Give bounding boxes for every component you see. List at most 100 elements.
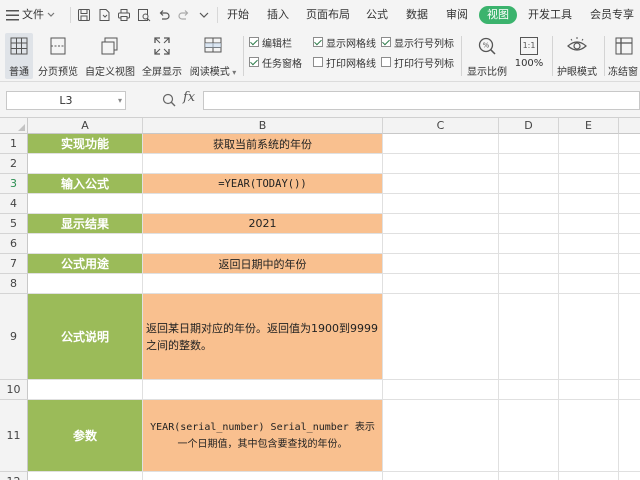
row-header-12[interactable]: 12 xyxy=(0,472,28,480)
column-header-c[interactable]: C xyxy=(383,118,499,134)
tab-view[interactable]: 视图 xyxy=(479,6,517,24)
eye-protection-label: 护眼模式 xyxy=(557,67,597,78)
show-headings-checkbox[interactable]: 显示行号列标 xyxy=(381,35,454,50)
column-header-a[interactable]: A xyxy=(28,118,143,134)
save-icon[interactable] xyxy=(77,8,91,22)
file-menu[interactable]: 文件 xyxy=(6,0,55,30)
select-all-corner[interactable] xyxy=(0,118,28,134)
undo-icon[interactable] xyxy=(157,8,171,22)
row-header-7[interactable]: 7 xyxy=(0,254,28,274)
print-preview-icon[interactable] xyxy=(137,8,151,22)
divider xyxy=(70,7,71,23)
customize-toolbar-icon[interactable] xyxy=(197,8,211,22)
cell-b5[interactable]: 2021 xyxy=(143,214,382,233)
row-header-5[interactable]: 5 xyxy=(0,214,28,234)
zoom-ratio-button[interactable]: % 显示比例 xyxy=(466,33,508,79)
tab-data[interactable]: 数据 xyxy=(406,0,428,30)
tab-formulas[interactable]: 公式 xyxy=(366,0,388,30)
name-box-value: L3 xyxy=(59,94,73,107)
svg-text:%: % xyxy=(483,42,490,50)
grid-view-icon xyxy=(10,37,28,55)
formula-input[interactable] xyxy=(203,91,640,110)
column-header-d[interactable]: D xyxy=(499,118,559,134)
gridline xyxy=(498,134,499,480)
row-header-11[interactable]: 11 xyxy=(0,400,28,472)
cell-a3[interactable]: 输入公式 xyxy=(28,174,142,193)
column-header-e[interactable]: E xyxy=(559,118,619,134)
print-icon[interactable] xyxy=(117,8,131,22)
cell-a9[interactable]: 公式说明 xyxy=(28,294,142,379)
cell-b9-text: 返回某日期对应的年份。返回值为1900到9999之间的整数。 xyxy=(146,321,378,352)
freeze-panes-button[interactable]: 冻结窗 xyxy=(608,33,640,79)
export-pdf-icon[interactable] xyxy=(97,8,111,22)
file-menu-label: 文件 xyxy=(22,8,44,21)
row-header-2[interactable]: 2 xyxy=(0,154,28,174)
tab-insert[interactable]: 插入 xyxy=(267,0,289,30)
actual-size-icon: 1:1 xyxy=(520,37,538,55)
reading-mode-label: 阅读模式 ▾ xyxy=(189,67,237,78)
print-headings-checkbox[interactable]: 打印行号列标 xyxy=(381,55,454,70)
cell-b9[interactable]: 返回某日期对应的年份。返回值为1900到9999之间的整数。 xyxy=(143,294,382,379)
tab-home[interactable]: 开始 xyxy=(227,0,249,30)
divider xyxy=(461,36,462,76)
zoom-icon: % xyxy=(478,37,496,55)
full-screen-button[interactable]: 全屏显示 xyxy=(141,33,183,79)
insert-function-button[interactable]: fx xyxy=(183,90,195,105)
gridline xyxy=(28,379,640,380)
column-header-f[interactable] xyxy=(619,118,640,134)
cell-b1[interactable]: 获取当前系统的年份 xyxy=(143,134,382,153)
gridline xyxy=(28,153,640,154)
zoom-ratio-label: 显示比例 xyxy=(467,67,507,78)
row-header-10[interactable]: 10 xyxy=(0,380,28,400)
zoom-100-button[interactable]: 1:1 100% xyxy=(512,33,546,79)
cell-b7[interactable]: 返回日期中的年份 xyxy=(143,254,382,273)
row-header-3[interactable]: 3 xyxy=(0,174,28,194)
normal-view-label: 普通 xyxy=(9,67,29,78)
cell-a5[interactable]: 显示结果 xyxy=(28,214,142,233)
freeze-panes-label: 冻结窗 xyxy=(608,67,638,78)
redo-icon[interactable] xyxy=(177,8,191,22)
page-break-icon xyxy=(50,37,66,55)
page-break-preview-button[interactable]: 分页预览 xyxy=(38,33,78,79)
cell-a7[interactable]: 公式用途 xyxy=(28,254,142,273)
cell-b11[interactable]: YEAR(serial_number) Serial_number 表示一个日期… xyxy=(143,400,382,471)
row-header-1[interactable]: 1 xyxy=(0,134,28,154)
task-pane-checkbox[interactable]: 任务窗格 xyxy=(249,55,302,70)
column-header-b[interactable]: B xyxy=(143,118,383,134)
print-gridlines-checkbox[interactable]: 打印网格线 xyxy=(313,55,376,70)
custom-view-button[interactable]: 自定义视图 xyxy=(85,33,135,79)
eye-protection-button[interactable]: 护眼模式 xyxy=(556,33,598,79)
tab-member[interactable]: 会员专享 xyxy=(590,0,634,30)
tab-review[interactable]: 审阅 xyxy=(446,0,468,30)
cell-b3[interactable]: =YEAR(TODAY()) xyxy=(143,174,382,193)
row-header-4[interactable]: 4 xyxy=(0,194,28,214)
divider xyxy=(217,7,218,23)
search-icon[interactable] xyxy=(162,93,176,107)
reading-mode-button[interactable]: 阅读模式 ▾ xyxy=(189,33,237,79)
tab-page-layout[interactable]: 页面布局 xyxy=(306,0,350,30)
row-header-9[interactable]: 9 xyxy=(0,294,28,380)
divider xyxy=(552,36,553,76)
freeze-panes-icon xyxy=(615,37,633,55)
formula-bar: L3 ▾ fx xyxy=(0,82,640,118)
show-gridlines-checkbox[interactable]: 显示网格线 xyxy=(313,35,376,50)
tab-developer[interactable]: 开发工具 xyxy=(528,0,572,30)
gridline xyxy=(382,134,383,480)
ribbon-view: 普通 分页预览 自定义视图 全屏显示 阅读模式 ▾ 编辑栏 任务窗格 显示网格线… xyxy=(0,30,640,82)
menu-icon xyxy=(6,9,19,20)
page-break-preview-label: 分页预览 xyxy=(38,67,78,78)
zoom-100-label: 100% xyxy=(514,58,544,69)
normal-view-button[interactable]: 普通 xyxy=(5,33,33,79)
cell-a1[interactable]: 实现功能 xyxy=(28,134,142,153)
reading-mode-icon xyxy=(204,37,222,53)
chevron-down-icon[interactable]: ▾ xyxy=(118,92,122,109)
cell-a11[interactable]: 参数 xyxy=(28,400,142,471)
gridline xyxy=(28,193,640,194)
edit-bar-checkbox[interactable]: 编辑栏 xyxy=(249,35,292,50)
name-box[interactable]: L3 ▾ xyxy=(6,91,126,110)
custom-view-label: 自定义视图 xyxy=(85,67,135,78)
row-header-6[interactable]: 6 xyxy=(0,234,28,254)
spreadsheet-grid: A B C D E 1 2 3 4 5 6 7 8 9 10 11 12 实现功… xyxy=(0,118,640,480)
row-header-8[interactable]: 8 xyxy=(0,274,28,294)
eye-icon xyxy=(567,37,587,51)
